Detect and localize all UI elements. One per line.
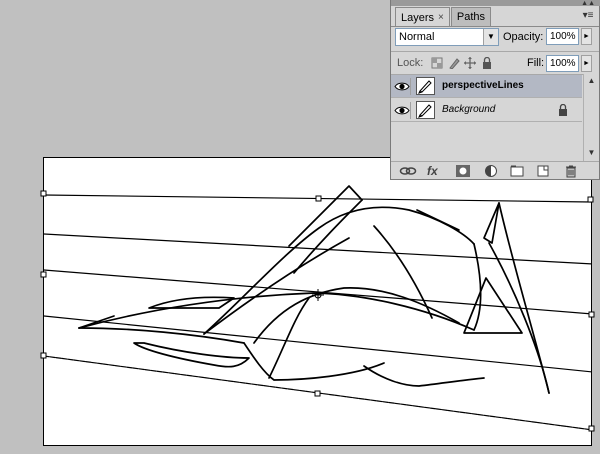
tab-layers[interactable]: Layers × xyxy=(395,7,450,27)
fill-label: Fill: xyxy=(527,57,545,69)
fill-flyout-icon[interactable]: ► xyxy=(581,55,592,72)
delete-layer-icon[interactable] xyxy=(563,164,579,178)
close-icon[interactable]: × xyxy=(438,9,444,27)
link-layers-icon[interactable] xyxy=(399,164,417,178)
new-layer-icon[interactable] xyxy=(535,164,551,178)
opacity-input[interactable]: 100% xyxy=(546,28,579,45)
scroll-down-icon[interactable]: ▼ xyxy=(584,146,599,159)
fx-icon[interactable]: fx xyxy=(427,164,443,178)
transform-handle-bottom-middle[interactable] xyxy=(314,390,321,397)
transform-handle-top-middle[interactable] xyxy=(315,195,322,202)
lock-transparency-icon[interactable] xyxy=(431,57,443,69)
chevron-down-icon[interactable]: ▼ xyxy=(483,29,498,45)
layer-row-background[interactable]: Background xyxy=(391,99,582,122)
layers-bottom-toolbar: fx xyxy=(391,161,599,179)
opacity-flyout-icon[interactable]: ► xyxy=(581,28,592,45)
eye-icon[interactable] xyxy=(393,102,411,119)
layer-name[interactable]: Background xyxy=(442,104,495,115)
layers-panel: ▲▲ Layers × Paths ▾≡ Normal ▼ Opacity: 1… xyxy=(390,0,600,180)
transform-handle-top-right[interactable] xyxy=(587,196,594,203)
adjustment-layer-icon[interactable] xyxy=(483,164,499,178)
transform-handle-middle-left[interactable] xyxy=(40,271,47,278)
divider xyxy=(391,51,599,52)
blend-mode-value: Normal xyxy=(399,31,435,43)
craft-sketch xyxy=(78,185,550,394)
tab-paths-label: Paths xyxy=(456,11,486,23)
lock-icon xyxy=(557,103,569,116)
transform-handle-middle-right[interactable] xyxy=(588,311,595,318)
layers-scrollbar[interactable]: ▲ ▼ xyxy=(583,74,599,162)
transform-handle-bottom-left[interactable] xyxy=(40,352,47,359)
eye-icon[interactable] xyxy=(393,78,411,95)
layer-name[interactable]: perspectiveLines xyxy=(442,80,524,91)
transform-handle-bottom-right[interactable] xyxy=(588,425,595,432)
tab-layers-label: Layers xyxy=(401,11,435,24)
scroll-up-icon[interactable]: ▲ xyxy=(584,74,599,87)
layer-thumbnail xyxy=(416,101,435,119)
opacity-label: Opacity: xyxy=(503,31,544,43)
layer-row-perspectivelines[interactable]: perspectiveLines xyxy=(391,75,582,98)
panel-tabs: Layers × Paths xyxy=(395,7,492,27)
fill-input[interactable]: 100% xyxy=(546,55,579,72)
new-group-icon[interactable] xyxy=(509,164,525,178)
blend-mode-select[interactable]: Normal ▼ xyxy=(395,28,499,46)
lock-image-pixels-icon[interactable] xyxy=(448,57,460,70)
lock-label: Lock: xyxy=(397,57,424,69)
layer-mask-icon[interactable] xyxy=(455,164,471,178)
layer-thumbnail xyxy=(416,77,435,95)
tab-divider xyxy=(391,26,599,27)
tab-paths[interactable]: Paths xyxy=(450,7,492,26)
collapse-icon[interactable]: ▲▲ xyxy=(581,0,595,7)
panel-title-bar[interactable]: ▲▲ xyxy=(391,0,600,7)
panel-menu-icon[interactable]: ▾≡ xyxy=(581,10,595,22)
lock-all-icon[interactable] xyxy=(481,56,493,69)
transform-handle-top-left[interactable] xyxy=(40,190,47,197)
lock-position-icon[interactable] xyxy=(464,57,476,69)
